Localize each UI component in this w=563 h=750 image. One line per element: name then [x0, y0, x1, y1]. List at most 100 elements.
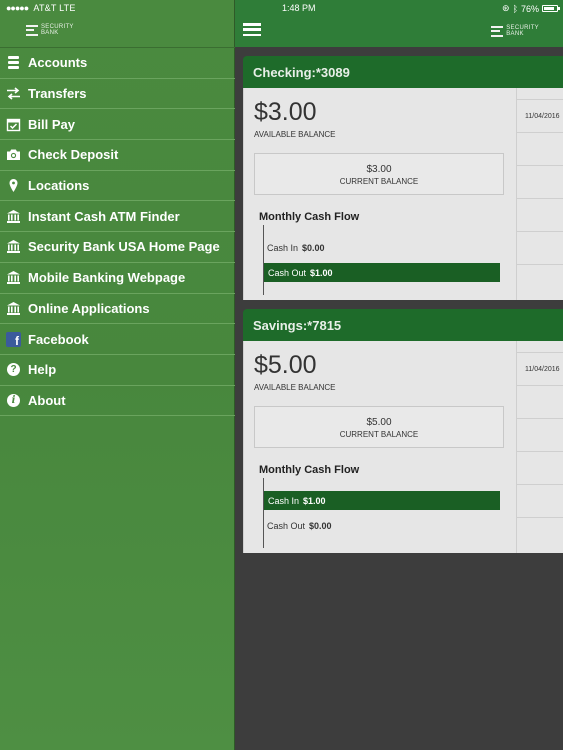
status-bar-left: ●●●●● AT&T LTE: [6, 3, 76, 13]
transaction-date[interactable]: 11/04/2016: [517, 100, 563, 133]
bank-icon: [6, 239, 21, 254]
info-icon: i: [6, 393, 21, 408]
menu-item-label: Facebook: [28, 331, 89, 347]
signal-strength-icon: ●●●●●: [6, 3, 29, 13]
menu-item-label: Help: [28, 362, 57, 378]
account-title[interactable]: Savings:*7815: [243, 309, 563, 341]
cash-out-bar: Cash Out $0.00: [264, 516, 500, 535]
transaction-date[interactable]: 11/04/2016: [517, 353, 563, 386]
bank-icon: [6, 270, 21, 285]
cash-in-value: $0.00: [302, 242, 325, 253]
cash-out-value: $0.00: [309, 520, 332, 531]
map-pin-icon: [6, 178, 21, 193]
menu-item-label: About: [28, 392, 66, 408]
logo-mark-icon: [491, 25, 504, 37]
menu-item-atm-finder[interactable]: Instant Cash ATM Finder: [0, 201, 235, 233]
available-balance-label: AVAILABLE BALANCE: [254, 383, 336, 392]
transaction-row[interactable]: [517, 452, 563, 485]
menu-item-transfers[interactable]: Transfers: [0, 79, 235, 110]
transactions-column[interactable]: 11/04/2016: [516, 341, 563, 553]
facebook-icon: f: [6, 331, 21, 347]
cash-flow-axis: [263, 478, 264, 548]
menu-item-label: Transfers: [28, 86, 87, 102]
transaction-row: [517, 88, 563, 100]
main-menu: Accounts Transfers Bill Pay Check Deposi…: [0, 48, 235, 417]
menu-item-mobile-banking[interactable]: Mobile Banking Webpage: [0, 263, 235, 294]
battery-percent: 76%: [520, 3, 539, 14]
menu-item-facebook[interactable]: f Facebook: [0, 324, 235, 355]
transaction-row: [517, 341, 563, 353]
account-card-savings[interactable]: Savings:*7815 $5.00 AVAILABLE BALANCE $5…: [243, 309, 563, 553]
menu-toggle-icon[interactable]: [243, 23, 261, 36]
menu-item-label: Bill Pay: [28, 116, 75, 132]
bank-icon: [6, 209, 21, 224]
logo-mark-icon: [26, 24, 38, 36]
menu-item-label: Mobile Banking Webpage: [28, 270, 186, 286]
cash-in-value: $1.00: [303, 495, 326, 506]
current-balance-box: $5.00 CURRENT BALANCE: [254, 406, 504, 448]
current-balance-value: $3.00: [366, 164, 392, 175]
accounts-screen: 1:48 PM ⊛ ᛒ 76% SECURITY BANK Checking:*…: [235, 0, 563, 750]
menu-item-label: Accounts: [28, 55, 88, 71]
menu-item-check-deposit[interactable]: Check Deposit: [0, 140, 235, 171]
menu-item-label: Locations: [28, 178, 90, 194]
status-bar-right: ⊛ ᛒ 76%: [502, 3, 560, 14]
cash-flow-axis: [263, 225, 264, 295]
account-summary: $5.00 AVAILABLE BALANCE $5.00 CURRENT BA…: [243, 341, 563, 553]
cash-in-label: Cash In: [267, 242, 299, 253]
calendar-check-icon: [6, 117, 21, 132]
account-summary: $3.00 AVAILABLE BALANCE $3.00 CURRENT BA…: [243, 88, 563, 300]
transfer-arrows-icon: [6, 86, 21, 101]
cash-in-bar: Cash In $1.00: [264, 491, 500, 510]
network-label: LTE: [59, 3, 76, 13]
cash-flow-title: Monthly Cash Flow: [259, 211, 360, 223]
transaction-row[interactable]: [517, 232, 563, 265]
menu-item-locations[interactable]: Locations: [0, 171, 235, 202]
rotation-lock-icon: ⊛: [502, 3, 510, 13]
security-bank-logo: SECURITY BANK: [26, 24, 74, 36]
available-balance-label: AVAILABLE BALANCE: [254, 130, 336, 139]
transaction-row[interactable]: [517, 386, 563, 419]
top-bar: 1:48 PM ⊛ ᛒ 76% SECURITY BANK: [235, 0, 563, 47]
cash-out-value: $1.00: [310, 267, 333, 278]
menu-item-label: Security Bank USA Home Page: [28, 239, 220, 255]
menu-item-label: Online Applications: [28, 300, 150, 316]
cash-out-bar: Cash Out $1.00: [264, 263, 500, 282]
help-icon: ?: [6, 362, 21, 377]
transaction-row[interactable]: [517, 166, 563, 199]
carrier-label: AT&T: [33, 3, 57, 13]
current-balance-label: CURRENT BALANCE: [339, 177, 419, 186]
transaction-row[interactable]: [517, 199, 563, 232]
transactions-column[interactable]: 11/04/2016: [516, 88, 563, 300]
available-balance-value: $5.00: [254, 351, 317, 379]
menu-item-bill-pay[interactable]: Bill Pay: [0, 109, 235, 141]
current-balance-value: $5.00: [366, 417, 392, 428]
camera-icon: [6, 147, 21, 162]
transaction-row[interactable]: [517, 485, 563, 518]
status-time: 1:48 PM: [282, 3, 316, 13]
current-balance-label: CURRENT BALANCE: [339, 430, 419, 439]
account-card-checking[interactable]: Checking:*3089 $3.00 AVAILABLE BALANCE $…: [243, 56, 563, 300]
transaction-row[interactable]: [517, 419, 563, 452]
cash-out-label: Cash Out: [267, 520, 306, 531]
navigation-drawer: ●●●●● AT&T LTE SECURITY BANK Accounts Tr…: [0, 0, 235, 750]
menu-item-help[interactable]: ? Help: [0, 355, 235, 386]
menu-item-online-applications[interactable]: Online Applications: [0, 294, 235, 325]
security-bank-logo: SECURITY BANK: [491, 25, 539, 37]
menu-item-label: Instant Cash ATM Finder: [28, 208, 180, 224]
cash-in-label: Cash In: [268, 495, 300, 506]
bank-icon: [6, 301, 21, 316]
cash-out-label: Cash Out: [268, 267, 307, 278]
stack-icon: [6, 55, 21, 70]
account-title[interactable]: Checking:*3089: [243, 56, 563, 88]
cash-flow-title: Monthly Cash Flow: [259, 464, 360, 476]
transaction-row[interactable]: [517, 133, 563, 166]
menu-item-accounts[interactable]: Accounts: [0, 48, 235, 79]
battery-icon: [542, 5, 560, 12]
bluetooth-icon: ᛒ: [512, 3, 518, 14]
cash-in-bar: Cash In $0.00: [264, 238, 500, 257]
current-balance-box: $3.00 CURRENT BALANCE: [254, 153, 504, 195]
menu-item-about[interactable]: i About: [0, 386, 235, 417]
available-balance-value: $3.00: [254, 98, 317, 126]
menu-item-home-page[interactable]: Security Bank USA Home Page: [0, 232, 235, 263]
